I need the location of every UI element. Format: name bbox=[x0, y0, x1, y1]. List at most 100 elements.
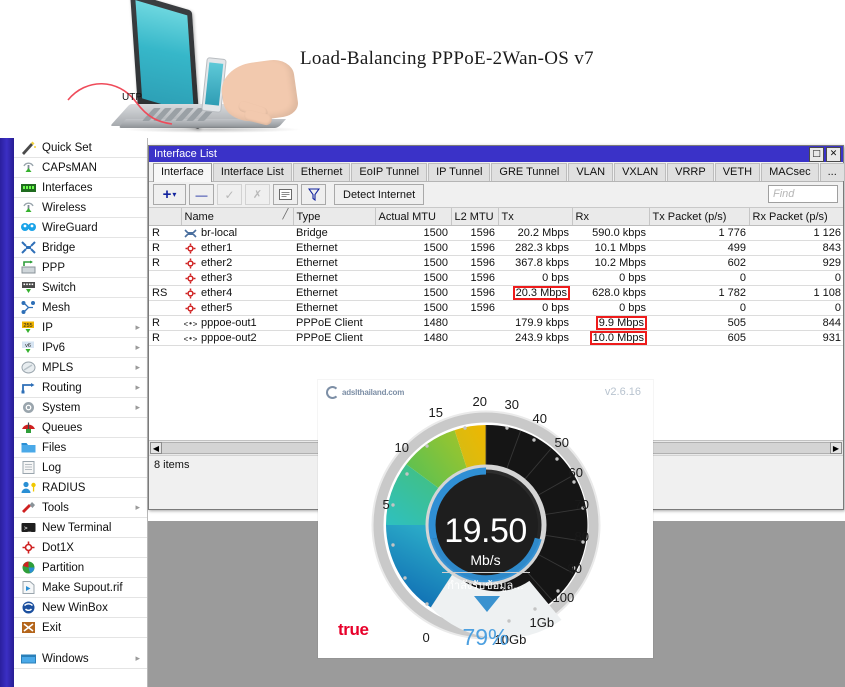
sidebar-item-radius[interactable]: RADIUS bbox=[14, 478, 147, 498]
add-button[interactable]: + ▾ bbox=[153, 184, 186, 205]
tab-macsec[interactable]: MACsec bbox=[761, 163, 819, 181]
detect-internet-button[interactable]: Detect Internet bbox=[334, 184, 425, 205]
column-header-l2mtu[interactable]: L2 MTU bbox=[451, 208, 499, 226]
cell-name: ether5 bbox=[181, 300, 293, 316]
window-titlebar[interactable]: Interface List □ ✕ bbox=[149, 146, 843, 162]
tab-interface-list[interactable]: Interface List bbox=[212, 163, 292, 181]
close-button[interactable]: ✕ bbox=[826, 147, 841, 162]
column-header-amtu[interactable]: Actual MTU bbox=[375, 208, 452, 226]
tab-vxlan[interactable]: VXLAN bbox=[614, 163, 667, 181]
interface-name: pppoe-out2 bbox=[201, 332, 257, 344]
table-row[interactable]: RS ether4 Ethernet 1500 1596 20.3 Mbps 628.0 k… bbox=[149, 285, 843, 301]
gear-icon bbox=[20, 400, 37, 415]
sidebar-item-interfaces[interactable]: Interfaces bbox=[14, 178, 147, 198]
sidebar-item-switch[interactable]: Switch bbox=[14, 278, 147, 298]
tab-ethernet[interactable]: Ethernet bbox=[292, 163, 351, 181]
column-header-tx[interactable]: Tx bbox=[498, 208, 573, 226]
sidebar-item-routing[interactable]: Routing ▸ bbox=[14, 378, 147, 398]
sidebar-item-label: CAPsMAN bbox=[42, 161, 97, 174]
enable-button[interactable]: ✓ bbox=[217, 184, 242, 205]
table-row[interactable]: ether5 Ethernet 1500 1596 0 bps 0 bps 0 0 bbox=[149, 300, 843, 316]
mpls-icon bbox=[20, 360, 37, 375]
cell-tx: 243.9 kbps bbox=[498, 330, 572, 346]
sidebar-item-queues[interactable]: Queues bbox=[14, 418, 147, 438]
tab-ip-tunnel[interactable]: IP Tunnel bbox=[428, 163, 491, 181]
restore-button[interactable]: □ bbox=[809, 147, 824, 162]
tools-icon bbox=[20, 500, 37, 515]
sidebar-item-files[interactable]: Files bbox=[14, 438, 147, 458]
window-controls: □ ✕ bbox=[809, 147, 841, 162]
cell-amtu: 1500 bbox=[375, 240, 451, 256]
interface-name: pppoe-out1 bbox=[201, 317, 257, 329]
sidebar-item-dot1x[interactable]: Dot1X bbox=[14, 538, 147, 558]
sidebar-item-new-winbox[interactable]: New WinBox bbox=[14, 598, 147, 618]
column-header-name[interactable]: Name ╱ bbox=[181, 208, 294, 226]
version-label: v2.6.16 bbox=[604, 386, 641, 398]
sidebar-item-exit[interactable]: Exit bbox=[14, 618, 147, 638]
column-header-txp[interactable]: Tx Packet (p/s) bbox=[649, 208, 750, 226]
table-row[interactable]: R<•> pppoe-out2 PPPoE Client1480 243.9 kbps… bbox=[149, 330, 843, 346]
tab-vlan[interactable]: VLAN bbox=[568, 163, 614, 181]
sidebar-item-ipv6[interactable]: v6 IPv6 ▸ bbox=[14, 338, 147, 358]
table-row[interactable]: Rether2 Ethernet 1500 1596 367.8 kbps 10.2 Mb… bbox=[149, 255, 843, 271]
chevron-right-icon: ▸ bbox=[135, 382, 140, 392]
tab-vrrp[interactable]: VRRP bbox=[667, 163, 714, 181]
cell-l2mtu: 1596 bbox=[451, 270, 498, 286]
comment-button[interactable] bbox=[273, 184, 298, 205]
column-header-flags[interactable] bbox=[149, 208, 182, 226]
sidebar-item-bridge[interactable]: Bridge bbox=[14, 238, 147, 258]
sidebar-item-system[interactable]: System ▸ bbox=[14, 398, 147, 418]
sidebar-item-ip[interactable]: 255 IP ▸ bbox=[14, 318, 147, 338]
sidebar-item-ppp[interactable]: PPP bbox=[14, 258, 147, 278]
scroll-left-arrow[interactable]: ◀ bbox=[150, 442, 162, 454]
table-row[interactable]: Rether1 Ethernet 1500 1596 282.3 kbps 10.1 Mb… bbox=[149, 240, 843, 256]
column-header-rx[interactable]: Rx bbox=[572, 208, 650, 226]
table-row[interactable]: R<•> pppoe-out1 PPPoE Client1480 179.9 kbps… bbox=[149, 315, 843, 331]
sidebar-item-capsman[interactable]: CAPsMAN bbox=[14, 158, 147, 178]
sidebar-item-label: Tools bbox=[42, 501, 69, 514]
tab-veth[interactable]: VETH bbox=[714, 163, 761, 181]
winbox-sidebar-menu[interactable]: Quick Set CAPsMAN Interfaces Wireless WireGu… bbox=[14, 138, 148, 687]
column-header-label: L2 MTU bbox=[454, 210, 494, 223]
sidebar-item-mpls[interactable]: MPLS ▸ bbox=[14, 358, 147, 378]
sidebar-item-label: Switch bbox=[42, 281, 76, 294]
sidebar-item-mesh[interactable]: Mesh bbox=[14, 298, 147, 318]
sidebar-item-wireless[interactable]: Wireless bbox=[14, 198, 147, 218]
scroll-right-arrow[interactable]: ▶ bbox=[830, 442, 842, 454]
tick-label-15: 15 bbox=[428, 405, 443, 420]
cell-value: 10.0 Mbps bbox=[592, 332, 644, 344]
table-header-row[interactable]: Name ╱ Type Actual MTU L2 MTU Tx Rx Tx Packet (… bbox=[149, 208, 843, 226]
sidebar-item-wireguard[interactable]: WireGuard bbox=[14, 218, 147, 238]
tick-label-80: 80 bbox=[574, 529, 589, 544]
phone-screen bbox=[204, 62, 224, 106]
sidebar-item-windows[interactable]: Windows ▸ bbox=[14, 649, 147, 669]
find-input[interactable]: Find bbox=[768, 185, 838, 203]
funnel-icon bbox=[307, 188, 320, 201]
cell-l2mtu: 1596 bbox=[451, 225, 498, 241]
column-header-rxp[interactable]: Rx Packet (p/s) bbox=[749, 208, 843, 226]
speed-gauge: 20 30 40 50 60 70 80 90 100 1Gb 10Gb 15 … bbox=[357, 394, 615, 652]
table-row[interactable]: ether3 Ethernet 1500 1596 0 bps 0 bps 0 0 bbox=[149, 270, 843, 286]
cell-l2mtu: 1596 bbox=[451, 255, 498, 271]
sidebar-item-new-terminal[interactable]: >_ New Terminal bbox=[14, 518, 147, 538]
sidebar-item-tools[interactable]: Tools ▸ bbox=[14, 498, 147, 518]
wand-icon bbox=[20, 140, 37, 155]
sidebar-item-log[interactable]: Log bbox=[14, 458, 147, 478]
cell-flags bbox=[149, 270, 181, 286]
table-row[interactable]: Rbr-local Bridge 1500 1596 20.2 Mbps 590.0 kb… bbox=[149, 225, 843, 241]
tab-gre-tunnel[interactable]: GRE Tunnel bbox=[491, 163, 568, 181]
interface-name: ether3 bbox=[201, 272, 233, 284]
tab-[interactable]: ... bbox=[819, 163, 845, 181]
filter-button[interactable] bbox=[301, 184, 326, 205]
tick-label-10: 10 bbox=[394, 440, 409, 455]
sidebar-item-partition[interactable]: Partition bbox=[14, 558, 147, 578]
sidebar-item-quick-set[interactable]: Quick Set bbox=[14, 138, 147, 158]
tab-eoip-tunnel[interactable]: EoIP Tunnel bbox=[351, 163, 428, 181]
sidebar-item-make-supout-rif[interactable]: Make Supout.rif bbox=[14, 578, 147, 598]
tab-interface[interactable]: Interface bbox=[153, 163, 212, 182]
remove-button[interactable]: — bbox=[189, 184, 214, 205]
column-header-type[interactable]: Type bbox=[293, 208, 376, 226]
disable-button[interactable]: ✗ bbox=[245, 184, 270, 205]
cell-txp: 0 bbox=[649, 270, 749, 286]
window-tabstrip[interactable]: Interface Interface List Ethernet EoIP Tunn… bbox=[149, 162, 845, 182]
